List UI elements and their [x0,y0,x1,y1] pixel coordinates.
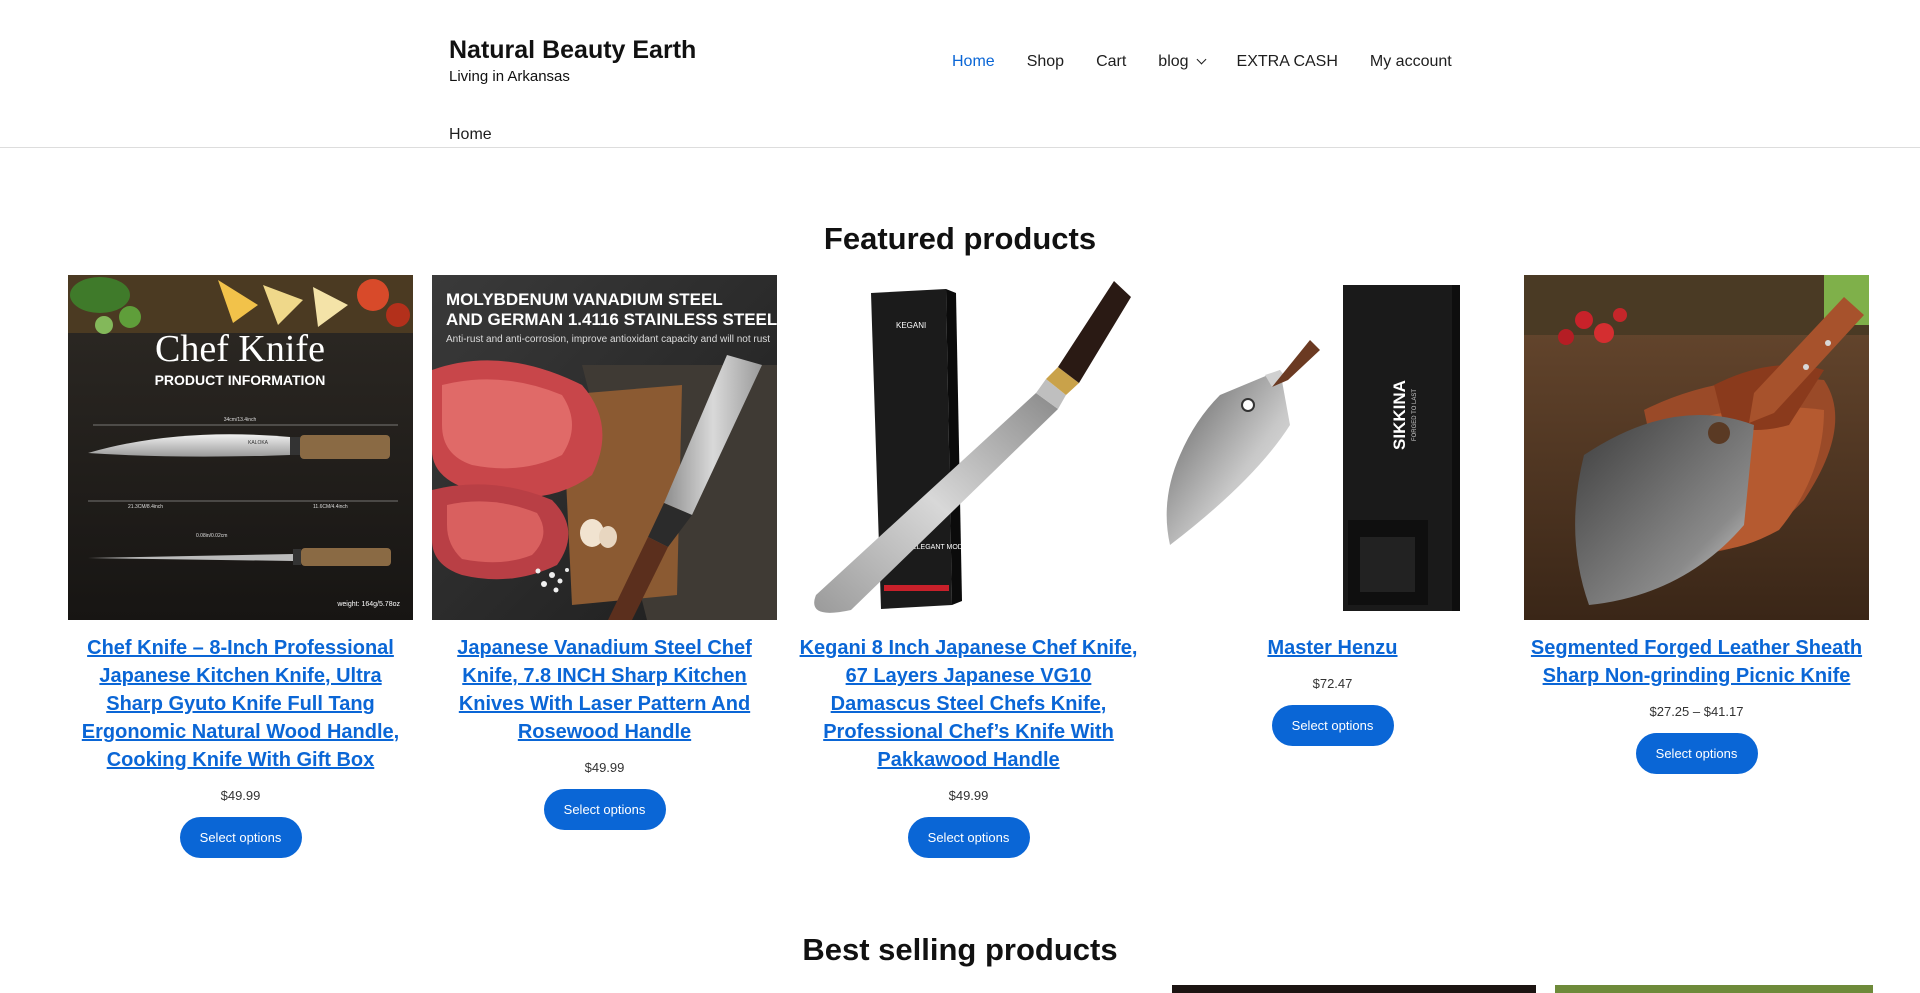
main-navigation: Home Shop Cart blog EXTRA CASH My accoun… [952,53,1452,71]
select-options-button[interactable]: Select options [907,817,1030,858]
nav-item-my-account[interactable]: My account [1370,53,1452,71]
image-box-brand: KEGANI [896,321,926,330]
nav-item-blog-label: blog [1158,53,1189,70]
product-title-link[interactable]: Master Henzu [1160,634,1505,662]
image-caption: Anti-rust and anti-corrosion, improve an… [446,334,770,345]
image-dimension-total: 34cm/13.4inch [224,417,257,423]
image-box-subtitle: FORGED TO LAST [1412,389,1418,441]
product-image[interactable]: Chef Knife PRODUCT INFORMATION 34cm/13.4… [68,275,413,620]
image-box-brand: SIKKINA [1390,380,1409,450]
product-card: SIKKINA FORGED TO LAST Master Henzu $72.… [1160,275,1505,858]
nav-item-blog[interactable]: blog [1158,53,1206,71]
best-selling-products-heading: Best selling products [802,932,1118,967]
featured-products-grid: Chef Knife PRODUCT INFORMATION 34cm/13.4… [68,275,1869,858]
product-title-link[interactable]: Kegani 8 Inch Japanese Chef Knife, 67 La… [796,634,1141,774]
product-card: MOLYBDENUM VANADIUM STEEL AND GERMAN 1.4… [432,275,777,858]
header-divider [0,147,1920,148]
product-card: Segmented Forged Leather Sheath Sharp No… [1524,275,1869,858]
image-subheadline: PRODUCT INFORMATION [155,372,326,388]
select-options-button[interactable]: Select options [1635,733,1758,774]
product-image[interactable]: MOLYBDENUM VANADIUM STEEL AND GERMAN 1.4… [432,275,777,620]
product-title-link[interactable]: Japanese Vanadium Steel Chef Knife, 7.8 … [432,634,777,746]
nav-item-extra-cash[interactable]: EXTRA CASH [1237,53,1338,71]
select-options-button[interactable]: Select options [179,817,302,858]
nav-item-home[interactable]: Home [952,53,995,71]
select-options-button[interactable]: Select options [1271,705,1394,746]
product-image[interactable] [1524,275,1869,620]
best-selling-product-image[interactable] [1555,985,1873,993]
image-weight: weight: 164g/5.78oz [336,601,400,608]
product-price: $49.99 [584,760,625,775]
nav-item-cart[interactable]: Cart [1096,53,1126,71]
image-headline: Chef Knife [155,328,325,370]
product-image[interactable]: KEGANI ELEGANT MODERN [796,275,1141,620]
site-title[interactable]: Natural Beauty Earth [449,36,696,65]
best-selling-product-image[interactable] [1172,985,1536,993]
product-image[interactable]: SIKKINA FORGED TO LAST [1160,275,1505,620]
image-headline-line-2: AND GERMAN 1.4116 STAINLESS STEEL [446,310,777,329]
image-box-text: ELEGANT MODERN [912,544,978,551]
image-brand: KALOKA [248,440,269,446]
image-headline-line-1: MOLYBDENUM VANADIUM STEEL [446,290,723,309]
product-card: Chef Knife PRODUCT INFORMATION 34cm/13.4… [68,275,413,858]
product-price: $72.47 [1312,676,1353,691]
select-options-button[interactable]: Select options [543,789,666,830]
breadcrumb: Home [449,126,492,143]
product-title-link[interactable]: Segmented Forged Leather Sheath Sharp No… [1524,634,1869,690]
product-title-link[interactable]: Chef Knife – 8-Inch Professional Japanes… [68,634,413,774]
image-dimension-handle: 11.6CM/4.4inch [313,504,348,510]
product-card: KEGANI ELEGANT MODERN Kegani 8 Inch Japa… [796,275,1141,858]
featured-products-heading: Featured products [823,221,1097,256]
image-dimension-blade: 21.3CM/8.4inch [128,504,163,510]
nav-item-shop[interactable]: Shop [1027,53,1064,71]
product-price: $49.99 [948,788,989,803]
image-dimension-thickness: 0.08in/0.02cm [196,533,227,539]
product-price: $27.25 – $41.17 [1649,704,1744,719]
product-price: $49.99 [220,788,261,803]
chevron-down-icon[interactable] [1196,54,1206,64]
site-tagline: Living in Arkansas [449,68,570,85]
